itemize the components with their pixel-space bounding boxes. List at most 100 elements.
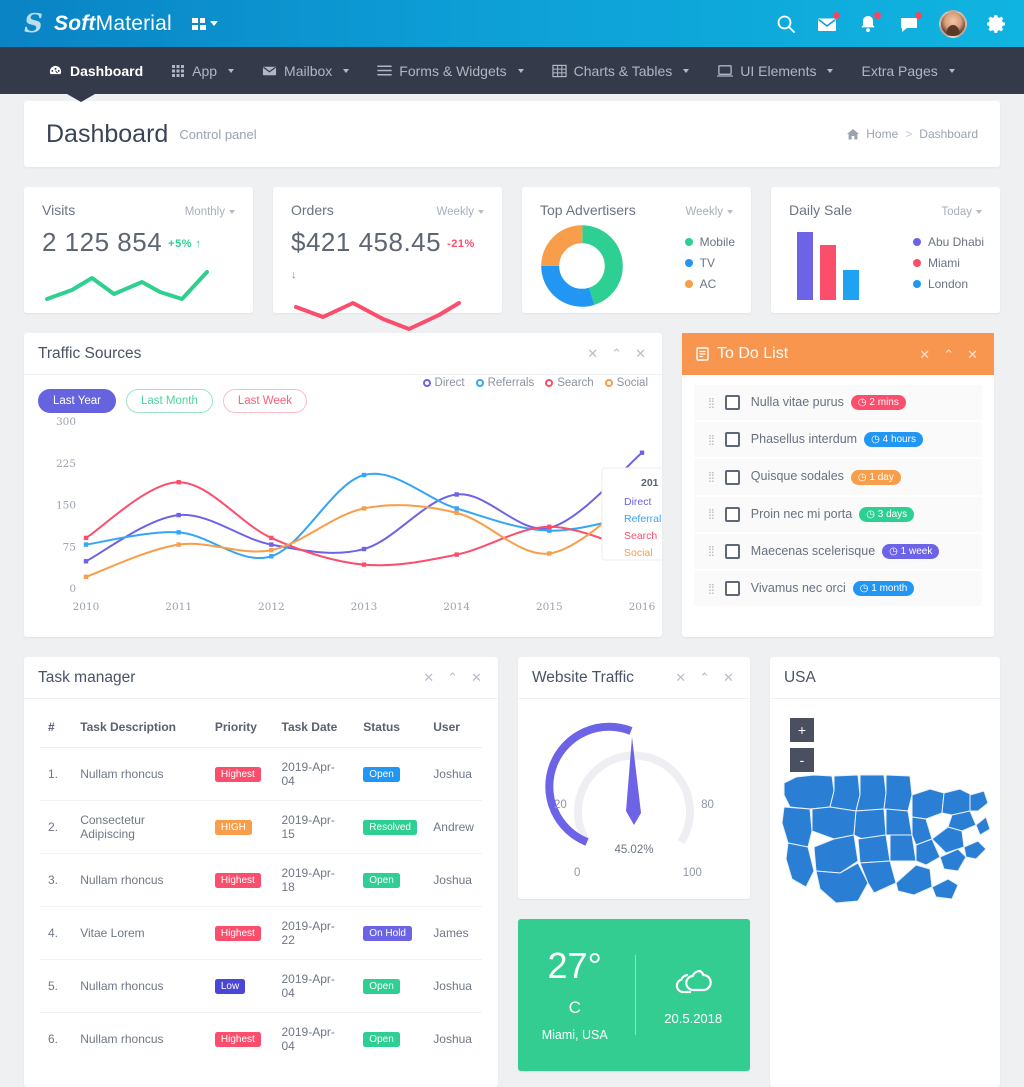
drag-handle-icon[interactable]: ⁞⁞	[708, 582, 715, 596]
table-row[interactable]: 4. Vitae Lorem Highest 2019-Apr-22 On Hold Ja…	[40, 906, 482, 960]
todo-due-badge: ◷ 1 month	[852, 581, 915, 597]
period-selector[interactable]: Today	[941, 206, 982, 218]
status-badge: Open	[363, 872, 400, 888]
traffic-filter-pills: Last Year Last Month Last Week	[24, 389, 662, 413]
nav-item-forms-widgets[interactable]: Forms & Widgets	[363, 47, 537, 94]
s-monogram-icon: S	[24, 8, 43, 39]
search-icon[interactable]	[775, 13, 797, 35]
brand-logo[interactable]: S SoftMaterial	[22, 10, 172, 38]
drag-handle-icon[interactable]: ⁞⁞	[708, 396, 715, 410]
nav-item-ui-elements[interactable]: UI Elements	[703, 47, 847, 94]
tooltip-row: Social	[624, 547, 653, 559]
nav-item-extra-pages[interactable]: Extra Pages	[847, 47, 968, 94]
legend-item: TV	[684, 256, 735, 270]
period-selector[interactable]: Weekly	[437, 206, 484, 218]
filter-last-week[interactable]: Last Week	[222, 389, 307, 413]
chat-icon[interactable]	[898, 11, 922, 35]
table-row[interactable]: 1. Nullam rhoncus Highest 2019-Apr-04 Open Jo…	[40, 747, 482, 801]
todo-checkbox[interactable]	[724, 469, 740, 485]
todo-item[interactable]: ⁞⁞ Proin nec mi porta ◷ 3 days	[694, 496, 982, 534]
todo-item[interactable]: ⁞⁞ Phasellus interdum ◷ 4 hours	[694, 422, 982, 460]
grid-apps-icon[interactable]	[191, 17, 218, 30]
stat-title: Daily Sale	[789, 202, 853, 218]
todo-item[interactable]: ⁞⁞ Nulla vitae purus ◷ 2 mins	[694, 385, 982, 423]
x-axis-tick: 2016	[629, 601, 656, 613]
data-point	[176, 512, 181, 518]
zoom-out-button[interactable]: -	[789, 748, 814, 772]
table-row[interactable]: 5. Nullam rhoncus Low 2019-Apr-04 Open Joshua	[40, 959, 482, 1013]
breadcrumb: Home > Dashboard	[847, 127, 978, 141]
close-icon[interactable]: ✕	[723, 671, 734, 684]
chevron-up-icon[interactable]: ⌃	[611, 347, 622, 360]
todo-checkbox[interactable]	[724, 506, 740, 522]
x-axis-tick: 2013	[351, 601, 378, 613]
chevron-up-icon[interactable]: ⌃	[447, 671, 458, 684]
filter-last-year[interactable]: Last Year	[38, 389, 116, 413]
top-bar: S SoftMaterial	[0, 0, 1024, 47]
tooltip-title: 201	[641, 477, 659, 489]
data-point	[176, 530, 181, 535]
data-point	[361, 506, 367, 511]
gear-icon[interactable]	[986, 13, 1008, 35]
weather-widget: 27° C Miami, USA 20.5.2018	[517, 919, 750, 1071]
data-point	[361, 562, 367, 567]
close-icon[interactable]: ✕	[471, 671, 482, 684]
bell-icon[interactable]	[857, 11, 881, 35]
todo-item[interactable]: ⁞⁞ Vivamus nec orci ◷ 1 month	[694, 571, 982, 609]
cell-user: Joshua	[425, 959, 482, 1013]
todo-checkbox[interactable]	[724, 543, 740, 559]
envelope-icon[interactable]	[816, 11, 840, 35]
data-point	[454, 510, 459, 516]
column-header: Status	[355, 707, 426, 748]
data-point	[269, 542, 274, 547]
data-point	[547, 528, 552, 533]
todo-checkbox[interactable]	[724, 432, 740, 448]
move-icon[interactable]: ✕	[587, 347, 598, 360]
nav-label: Dashboard	[70, 62, 144, 79]
nav-item-mailbox[interactable]: Mailbox	[248, 47, 363, 94]
zoom-in-button[interactable]: +	[789, 718, 814, 742]
nav-item-app[interactable]: App	[157, 47, 248, 94]
move-icon[interactable]: ✕	[919, 348, 930, 361]
close-icon[interactable]: ✕	[635, 347, 646, 360]
table-row[interactable]: 6. Nullam rhoncus Highest 2019-Apr-04 Open Jo…	[40, 1013, 482, 1066]
close-icon[interactable]: ✕	[967, 348, 978, 361]
table-row[interactable]: 2. Consectetur Adipiscing HIGH 2019-Apr-15 R…	[40, 800, 482, 854]
us-map-icon[interactable]	[780, 761, 992, 906]
cell-date: 2019-Apr-22	[273, 906, 356, 960]
drag-handle-icon[interactable]: ⁞⁞	[708, 470, 715, 484]
filter-last-month[interactable]: Last Month	[125, 389, 213, 413]
period-selector[interactable]: Weekly	[686, 206, 733, 218]
todo-checkbox[interactable]	[724, 395, 740, 411]
priority-badge: HIGH	[214, 819, 252, 835]
daily-sale-legend: Abu Dhabi Miami London	[912, 235, 984, 298]
breadcrumb-home[interactable]: Home	[866, 127, 898, 141]
nav-item-dashboard[interactable]: Dashboard	[34, 47, 157, 94]
chevron-up-icon[interactable]: ⌃	[943, 348, 954, 361]
period-selector[interactable]: Monthly	[185, 206, 235, 218]
cell-number: 6.	[48, 1032, 59, 1046]
avatar[interactable]	[939, 9, 967, 38]
todo-items: ⁞⁞ Nulla vitae purus ◷ 2 mins ⁞⁞ Phasellus i…	[682, 375, 994, 620]
stat-card-top-advertisers: Top Advertisers Weekly Mobile TV AC	[522, 187, 751, 313]
stat-cards-row: Visits Monthly 2 125 854 +5% ↑ Orders Wee…	[24, 187, 1000, 331]
todo-checkbox[interactable]	[724, 581, 740, 597]
todo-item[interactable]: ⁞⁞ Quisque sodales ◷ 1 day	[694, 459, 982, 497]
visits-sparkline	[45, 270, 209, 301]
table-icon	[552, 64, 567, 77]
breadcrumb-separator: >	[905, 127, 913, 141]
panel-title: To Do List	[696, 345, 788, 363]
stat-card-visits: Visits Monthly 2 125 854 +5% ↑	[24, 187, 253, 313]
active-nav-pointer	[60, 90, 102, 102]
nav-item-charts-tables[interactable]: Charts & Tables	[538, 47, 704, 94]
cell-status: Open	[355, 853, 426, 907]
chart-tooltip: 201 Direct Referrals Search Social	[601, 467, 662, 561]
drag-handle-icon[interactable]: ⁞⁞	[708, 507, 715, 521]
chevron-up-icon[interactable]: ⌃	[699, 671, 710, 684]
drag-handle-icon[interactable]: ⁞⁞	[708, 544, 715, 558]
table-row[interactable]: 3. Nullam rhoncus Highest 2019-Apr-18 Open Jo…	[40, 853, 482, 907]
move-icon[interactable]: ✕	[423, 671, 434, 684]
todo-item[interactable]: ⁞⁞ Maecenas scelerisque ◷ 1 week	[694, 533, 982, 572]
drag-handle-icon[interactable]: ⁞⁞	[708, 433, 715, 447]
move-icon[interactable]: ✕	[675, 671, 686, 684]
